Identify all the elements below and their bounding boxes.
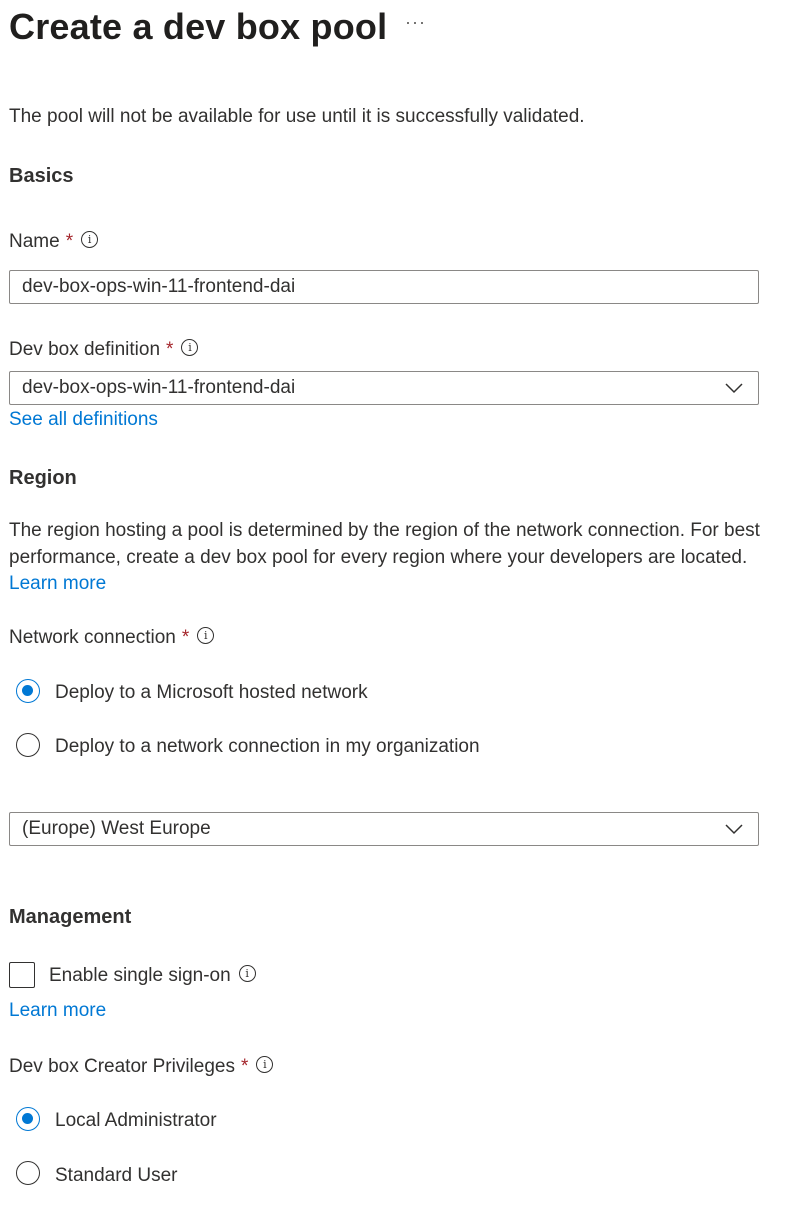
name-input[interactable]: dev-box-ops-win-11-frontend-dai [9, 270, 759, 304]
definition-label-row: Dev box definition * i [9, 339, 199, 361]
name-label: Name [9, 231, 60, 252]
privileges-label-row: Dev box Creator Privileges * i [9, 1056, 274, 1078]
region-heading: Region [9, 467, 77, 489]
intro-text: The pool will not be available for use u… [9, 106, 585, 127]
info-icon[interactable]: i [238, 965, 256, 983]
info-icon[interactable]: i [81, 231, 99, 249]
info-icon[interactable]: i [197, 627, 215, 645]
required-marker: * [65, 231, 74, 252]
region-learn-more-link[interactable]: Learn more [9, 573, 106, 594]
info-icon[interactable]: i [256, 1056, 274, 1074]
region-select-value: (Europe) West Europe [22, 818, 211, 839]
sso-label: Enable single sign-on [49, 965, 231, 986]
definition-select-value: dev-box-ops-win-11-frontend-dai [22, 377, 296, 398]
basics-heading: Basics [9, 165, 74, 187]
region-description: The region hosting a pool is determined … [9, 518, 769, 598]
privileges-label: Dev box Creator Privileges [9, 1056, 235, 1077]
sso-learn-more-link[interactable]: Learn more [9, 1000, 106, 1022]
management-heading: Management [9, 906, 132, 928]
network-label-row: Network connection * i [9, 627, 215, 649]
definition-label: Dev box definition [9, 339, 161, 360]
radio-local-administrator[interactable] [16, 1107, 40, 1131]
page-title: Create a dev box pool [9, 6, 388, 47]
radio-label: Local Administrator [55, 1110, 217, 1131]
see-all-definitions-link[interactable]: See all definitions [9, 409, 158, 431]
required-marker: * [240, 1056, 249, 1077]
required-marker: * [166, 339, 174, 360]
chevron-down-icon [725, 383, 743, 394]
more-options-icon[interactable]: ··· [405, 12, 426, 33]
sso-label-row: Enable single sign-on i [49, 965, 256, 987]
radio-label: Deploy to a network connection in my org… [55, 736, 480, 757]
radio-label: Standard User [55, 1165, 178, 1186]
region-select[interactable]: (Europe) West Europe [9, 812, 759, 846]
radio-label: Deploy to a Microsoft hosted network [55, 682, 368, 703]
radio-standard-user[interactable] [16, 1161, 40, 1185]
radio-organization-network[interactable] [16, 733, 40, 757]
sso-checkbox[interactable] [9, 962, 35, 988]
info-icon[interactable]: i [181, 339, 199, 357]
region-description-text: The region hosting a pool is determined … [9, 520, 760, 568]
required-marker: * [181, 627, 190, 648]
name-label-row: Name * i [9, 231, 99, 253]
chevron-down-icon [725, 824, 743, 835]
definition-select[interactable]: dev-box-ops-win-11-frontend-dai [9, 371, 759, 405]
radio-microsoft-hosted-network[interactable] [16, 679, 40, 703]
network-connection-label: Network connection [9, 627, 176, 648]
